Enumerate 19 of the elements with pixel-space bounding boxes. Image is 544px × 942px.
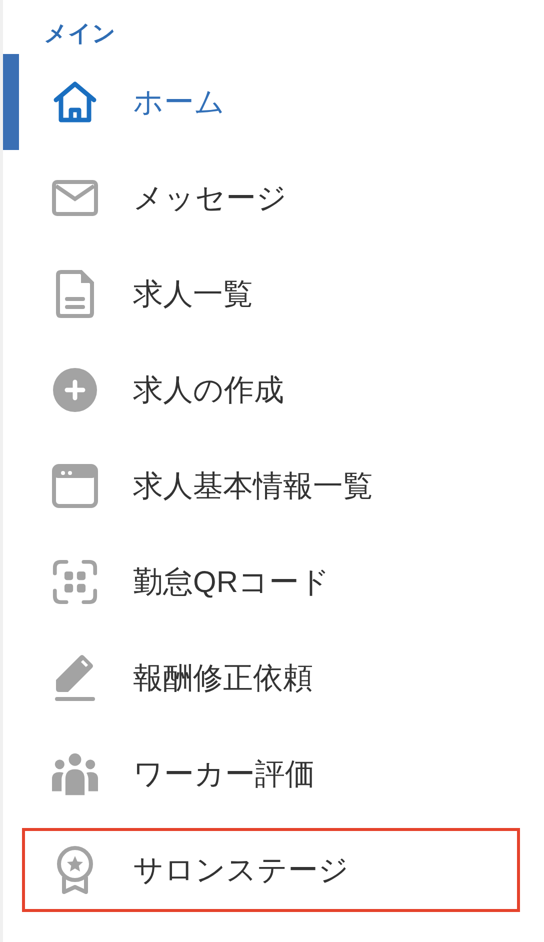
menu-item[interactable]: 求人一覧 [19,246,544,342]
pencil-icon [54,654,96,702]
menu-item[interactable]: メッセージ [19,150,544,246]
add-icon [52,367,98,413]
menu-item[interactable]: サロンステージ [19,822,544,918]
badge-icon [55,846,95,894]
envelope-icon [52,180,98,216]
menu-item[interactable]: 勤怠QRコード [19,534,544,630]
menu-item[interactable]: 求人基本情報一覧 [19,438,544,534]
menu-item[interactable]: ホーム [19,54,544,150]
home-icon [52,80,98,124]
people-icon [52,752,98,796]
qr-scan-icon [52,558,98,606]
menu-item[interactable]: ワーカー評価 [19,726,544,822]
window-icon [52,464,98,508]
menu-item[interactable]: 報酬修正依頼 [19,630,544,726]
menu-item[interactable]: 求人の作成 [19,342,544,438]
section-title: メイン [44,19,116,48]
document-icon [55,270,95,318]
